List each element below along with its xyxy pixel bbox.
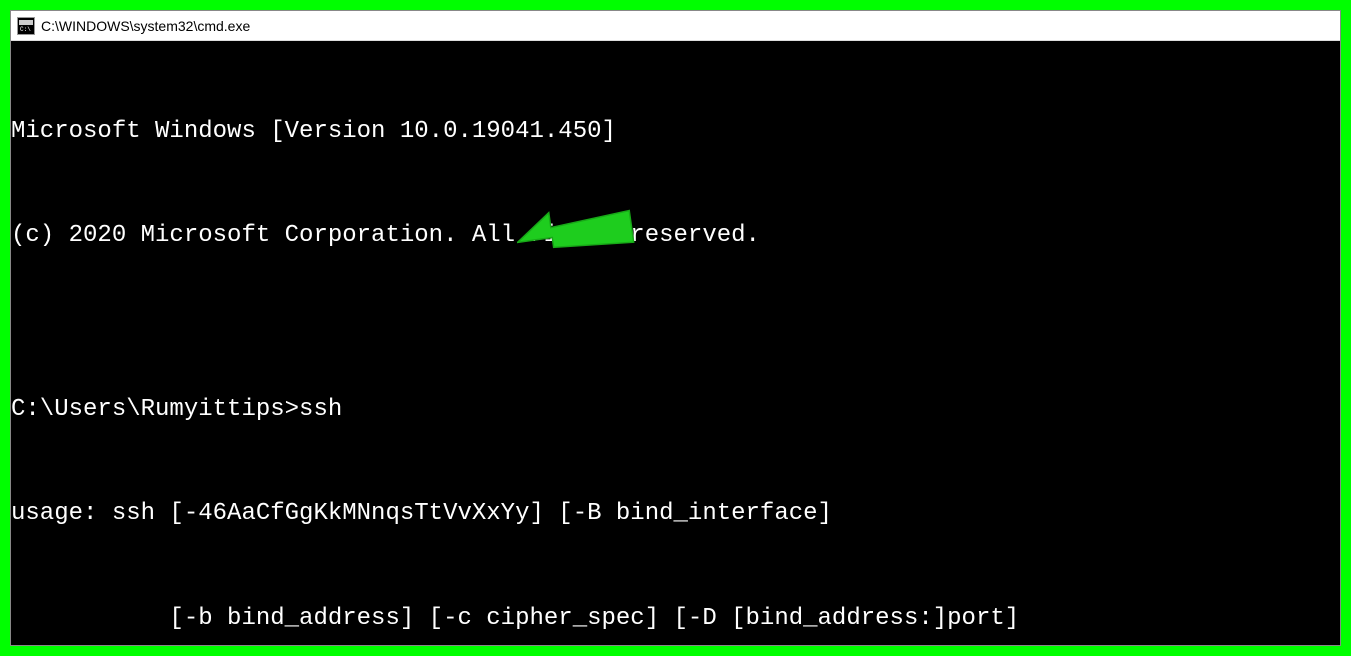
terminal-line: C:\Users\Rumyittips>ssh (11, 393, 1340, 428)
cmd-window: C:\WINDOWS\system32\cmd.exe Microsoft Wi… (10, 10, 1341, 646)
window-title: C:\WINDOWS\system32\cmd.exe (41, 18, 250, 34)
terminal-area[interactable]: Microsoft Windows [Version 10.0.19041.45… (11, 41, 1340, 645)
cmd-icon (17, 17, 35, 35)
terminal-line: Microsoft Windows [Version 10.0.19041.45… (11, 115, 1340, 150)
terminal-line: [-b bind_address] [-c cipher_spec] [-D [… (11, 602, 1340, 637)
terminal-line: (c) 2020 Microsoft Corporation. All righ… (11, 219, 1340, 254)
titlebar[interactable]: C:\WINDOWS\system32\cmd.exe (11, 11, 1340, 41)
terminal-line: usage: ssh [-46AaCfGgKkMNnqsTtVvXxYy] [-… (11, 497, 1340, 532)
